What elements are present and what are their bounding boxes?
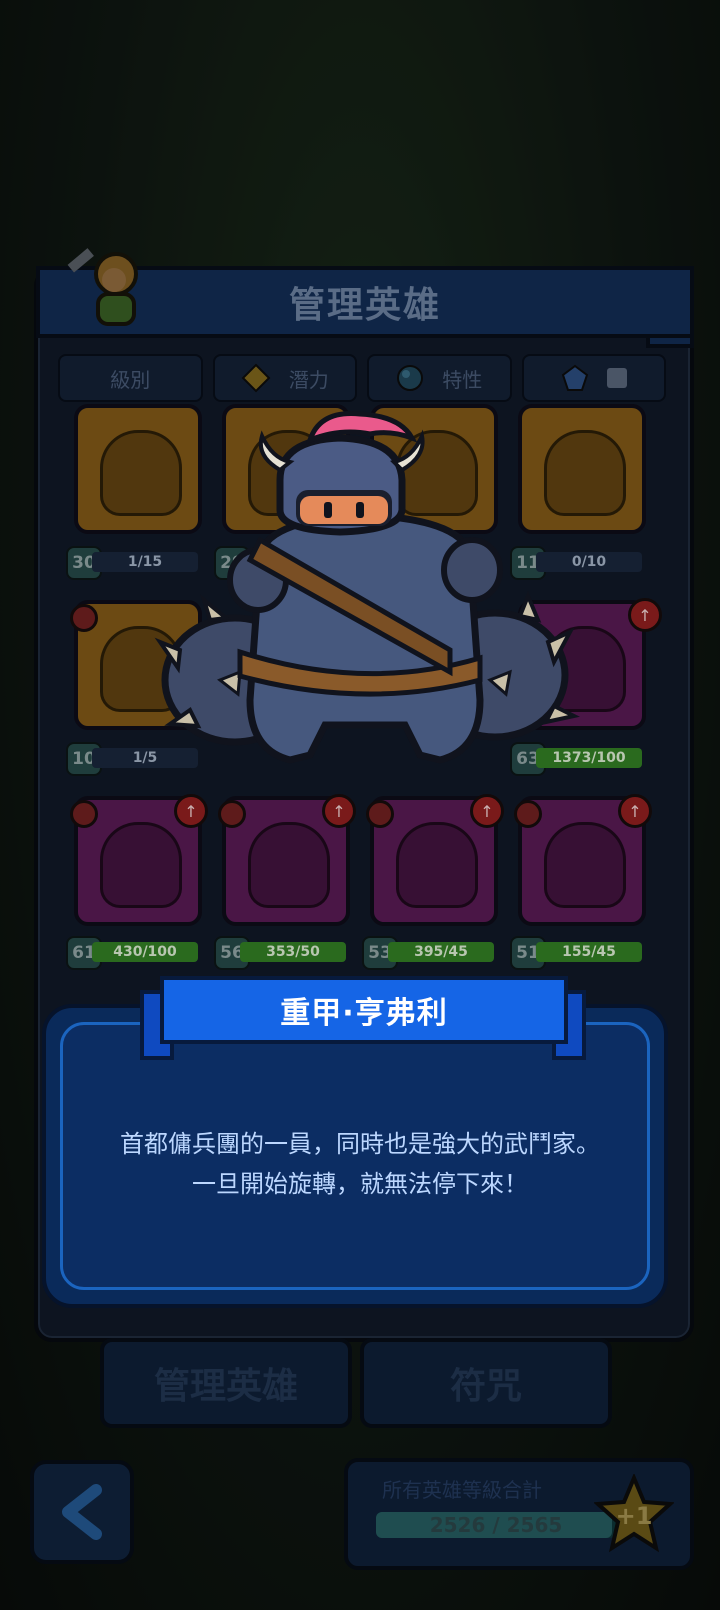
back-button[interactable] <box>30 1460 134 1564</box>
hero-level-row: 61 430/100 <box>66 936 202 970</box>
hero-class-badge <box>366 800 394 828</box>
upgrade-arrow-icon: ↑ <box>628 598 662 632</box>
filter-tab-level[interactable]: 級別 <box>58 354 203 402</box>
hero-portrait <box>396 822 478 908</box>
hero-portrait-large <box>154 411 580 764</box>
hero-portrait <box>248 822 330 908</box>
hero-shard-progress: 155/45 <box>536 942 642 962</box>
chevron-left-icon <box>62 1484 102 1540</box>
hero-level-row: 53 395/45 <box>362 936 498 970</box>
filter-tab-level-label: 級別 <box>110 367 151 392</box>
star-icon: +1 <box>594 1474 674 1553</box>
pentagon-icon <box>561 364 588 391</box>
hero-shard-progress: 430/100 <box>92 942 198 962</box>
tab-runes[interactable]: 符咒 <box>360 1338 612 1428</box>
diamond-icon <box>241 363 271 393</box>
filter-tab-trait-label: 特性 <box>442 367 483 392</box>
hero-description: 首都傭兵團的一員，同時也是強大的武鬥家。 一旦開始旋轉，就無法停下來！ <box>60 1124 660 1204</box>
hero-portrait <box>544 822 626 908</box>
upgrade-arrow-icon: ↑ <box>618 794 652 828</box>
tab-manage-heroes-label: 管理英雄 <box>153 1366 298 1407</box>
hero-shard-progress: 353/50 <box>240 942 346 962</box>
hero-class-badge <box>514 800 542 828</box>
hero-level-row: 56 353/50 <box>214 936 350 970</box>
filter-tabs: 級別 潛力 特性 <box>58 354 666 402</box>
hero-level-row: 51 155/45 <box>510 936 646 970</box>
hero-name: 重甲·亨弗利 <box>280 996 448 1031</box>
filter-tab-potential-label: 潛力 <box>288 367 329 392</box>
total-level-bar: 2526 / 2565 <box>376 1512 616 1538</box>
hero-class-badge <box>70 604 98 632</box>
total-level-label: 所有英雄等級合計 <box>382 1478 542 1502</box>
orb-icon <box>397 365 424 391</box>
page-title: 管理英雄 <box>288 285 441 326</box>
tab-runes-label: 符咒 <box>449 1366 522 1407</box>
hero-name-banner: 重甲·亨弗利 <box>160 976 568 1044</box>
total-level-panel: 所有英雄等級合計 2526 / 2565 +1 <box>344 1458 694 1570</box>
filter-tab-potential[interactable]: 潛力 <box>212 354 357 402</box>
mascot-hero-icon <box>67 248 138 326</box>
hero-portrait <box>100 822 182 908</box>
hero-description-line: 一旦開始旋轉，就無法停下來！ <box>192 1170 528 1198</box>
star-label: +1 <box>616 1502 653 1530</box>
tab-manage-heroes[interactable]: 管理英雄 <box>100 1338 352 1428</box>
total-level-value: 2526 / 2565 <box>429 1513 563 1537</box>
hero-class-badge <box>218 800 246 828</box>
filter-checkbox[interactable] <box>606 368 627 388</box>
hero-shard-progress: 395/45 <box>388 942 494 962</box>
filter-tab-rune[interactable] <box>521 354 666 402</box>
filter-tab-trait[interactable]: 特性 <box>367 354 512 402</box>
hero-class-badge <box>70 800 98 828</box>
hero-description-line: 首都傭兵團的一員，同時也是強大的武鬥家。 <box>120 1130 600 1158</box>
